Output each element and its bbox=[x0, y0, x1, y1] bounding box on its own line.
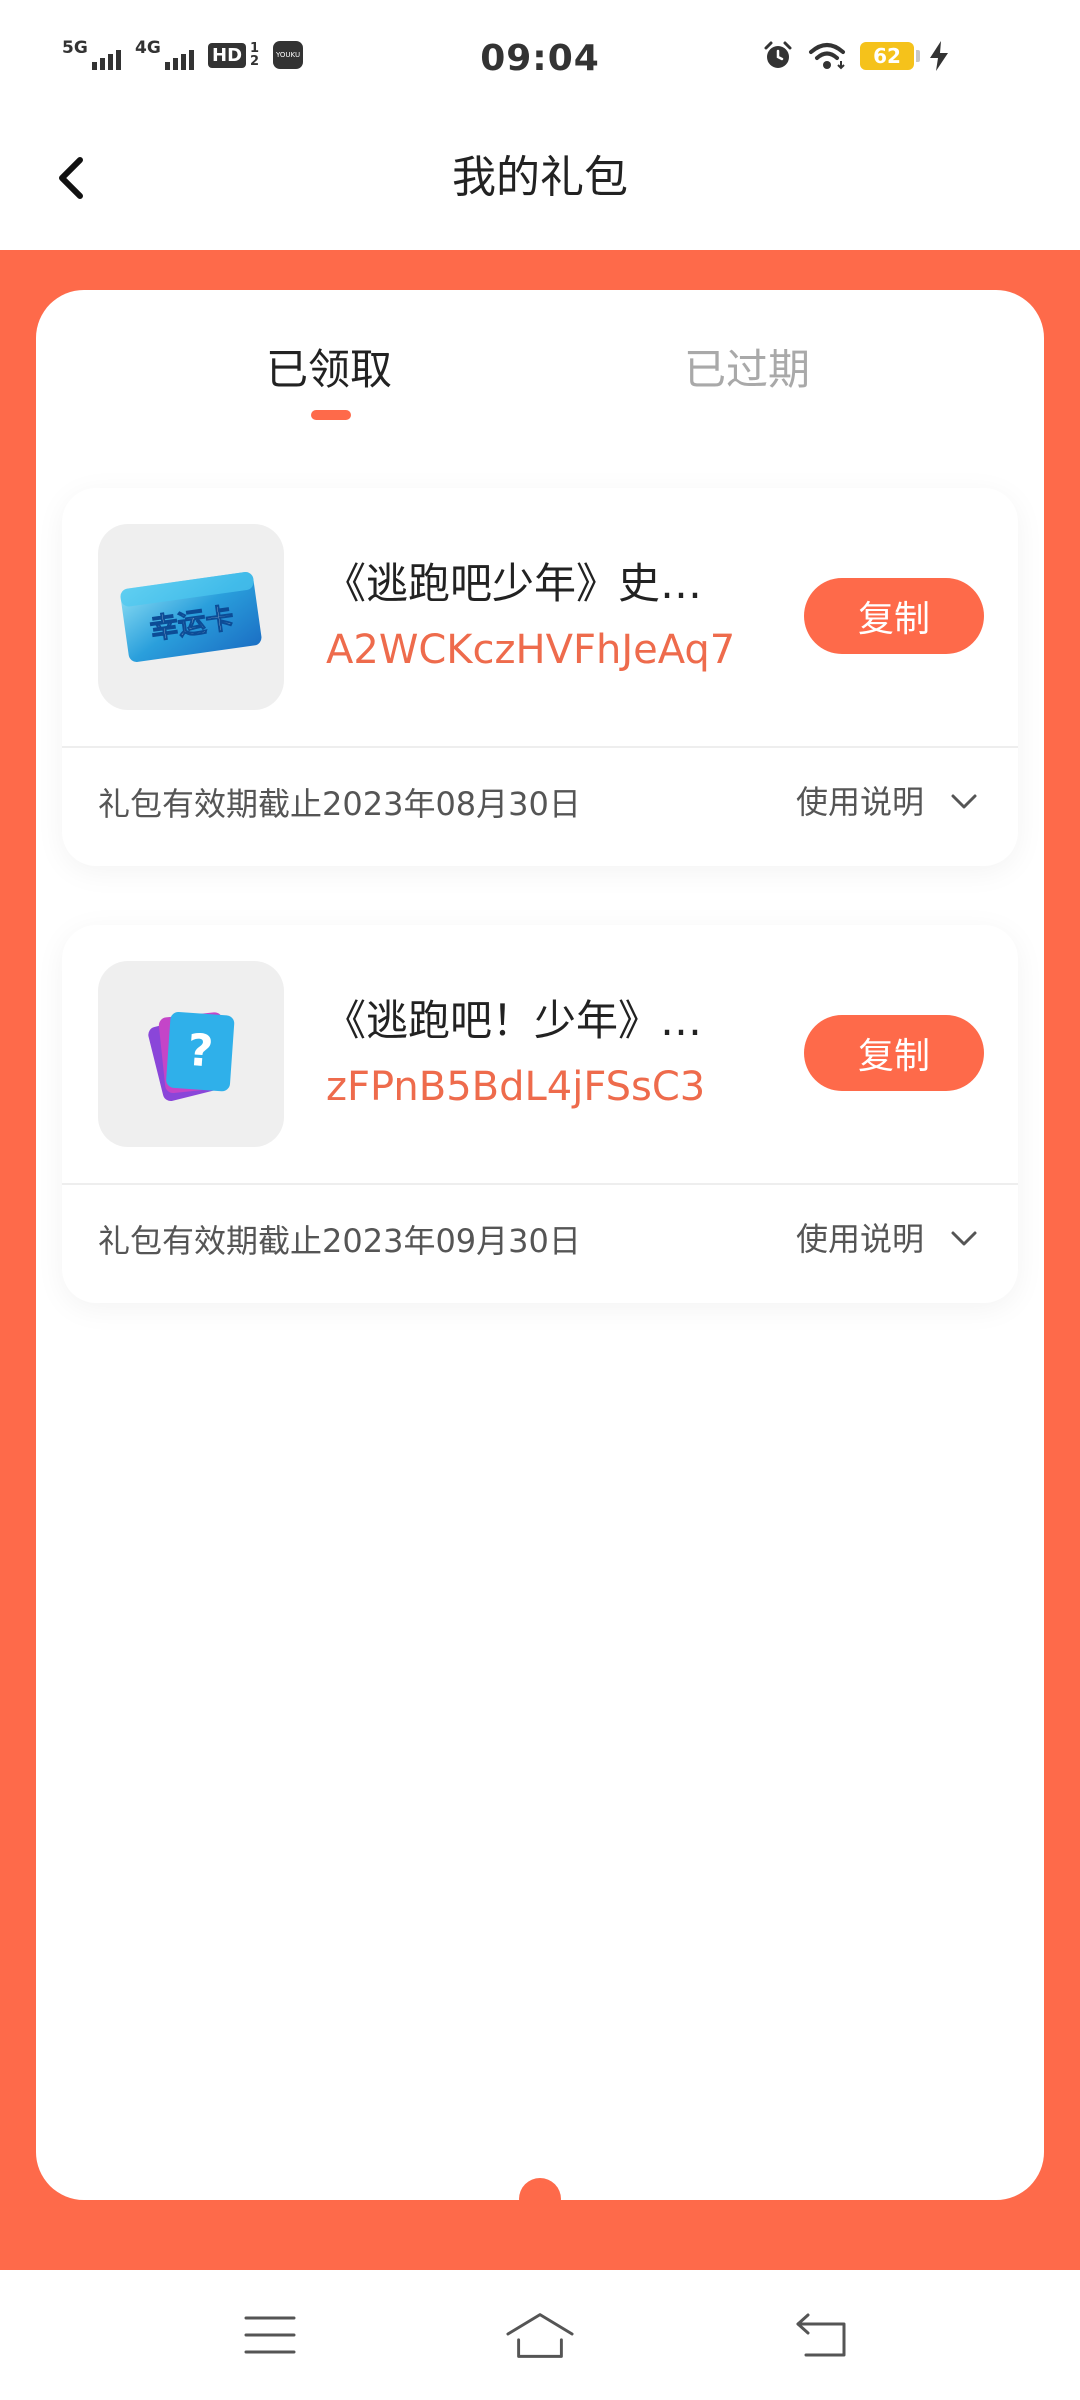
charging-bolt-icon bbox=[930, 41, 948, 71]
panel-notch bbox=[519, 2178, 561, 2220]
gift-thumbnail: ? bbox=[98, 961, 284, 1147]
gift-code: zFPnB5BdL4jFSsC3 bbox=[326, 1064, 706, 1110]
system-nav-bar bbox=[0, 2270, 1080, 2400]
copy-button[interactable]: 复制 bbox=[804, 1015, 984, 1091]
mystery-card-text: ? bbox=[186, 1025, 215, 1078]
alarm-icon bbox=[764, 41, 792, 68]
gift-expiry: 礼包有效期截止2023年09月30日 bbox=[98, 1222, 581, 1260]
lucky-card-icon: 幸运卡 bbox=[120, 572, 262, 662]
menu-icon bbox=[244, 2316, 296, 2354]
tab-bar: 已领取 已过期 bbox=[36, 290, 1044, 440]
card-divider bbox=[62, 746, 1018, 748]
usage-label: 使用说明 bbox=[795, 1220, 924, 1258]
battery-level: 62 bbox=[873, 44, 901, 68]
menu-button[interactable] bbox=[235, 2300, 305, 2370]
status-right-icons: 62 bbox=[762, 40, 950, 72]
usage-instructions-toggle[interactable]: 使用说明 bbox=[796, 780, 978, 824]
return-icon bbox=[796, 2313, 846, 2357]
tab-active-indicator bbox=[311, 410, 351, 420]
tab-claimed[interactable]: 已领取 bbox=[266, 340, 392, 400]
card-divider bbox=[62, 1183, 1018, 1185]
chevron-down-icon bbox=[951, 794, 977, 809]
wifi-icon bbox=[809, 43, 845, 70]
chevron-down-icon bbox=[951, 1231, 977, 1246]
home-button[interactable] bbox=[505, 2300, 575, 2370]
gift-code: A2WCKczHVFhJeAq7 bbox=[326, 627, 736, 673]
tab-expired[interactable]: 已过期 bbox=[684, 340, 810, 400]
back-nav-button[interactable] bbox=[787, 2300, 857, 2370]
mystery-card-icon: ? bbox=[148, 1012, 235, 1102]
gift-thumbnail: 幸运卡 bbox=[98, 524, 284, 710]
gift-card: 幸运卡 《逃跑吧少年》史… A2WCKczHVFhJeAq7 复制 礼包有效期截… bbox=[62, 488, 1018, 866]
usage-instructions-toggle[interactable]: 使用说明 bbox=[796, 1217, 978, 1261]
battery-icon: 62 bbox=[860, 42, 920, 70]
gift-name: 《逃跑吧少年》史… bbox=[324, 559, 703, 608]
copy-button[interactable]: 复制 bbox=[804, 578, 984, 654]
usage-label: 使用说明 bbox=[795, 783, 924, 821]
gift-expiry: 礼包有效期截止2023年08月30日 bbox=[98, 785, 581, 823]
status-bar: 5G 4G HD 1 2 YOUKU 09:04 62 bbox=[0, 0, 1080, 120]
home-icon bbox=[506, 2313, 574, 2358]
page-title: 我的礼包 bbox=[452, 152, 628, 203]
page-header: 我的礼包 bbox=[0, 120, 1080, 250]
gift-card: ? 《逃跑吧！少年》… zFPnB5BdL4jFSsC3 复制 礼包有效期截止2… bbox=[62, 925, 1018, 1303]
gift-name: 《逃跑吧！少年》… bbox=[324, 996, 703, 1045]
